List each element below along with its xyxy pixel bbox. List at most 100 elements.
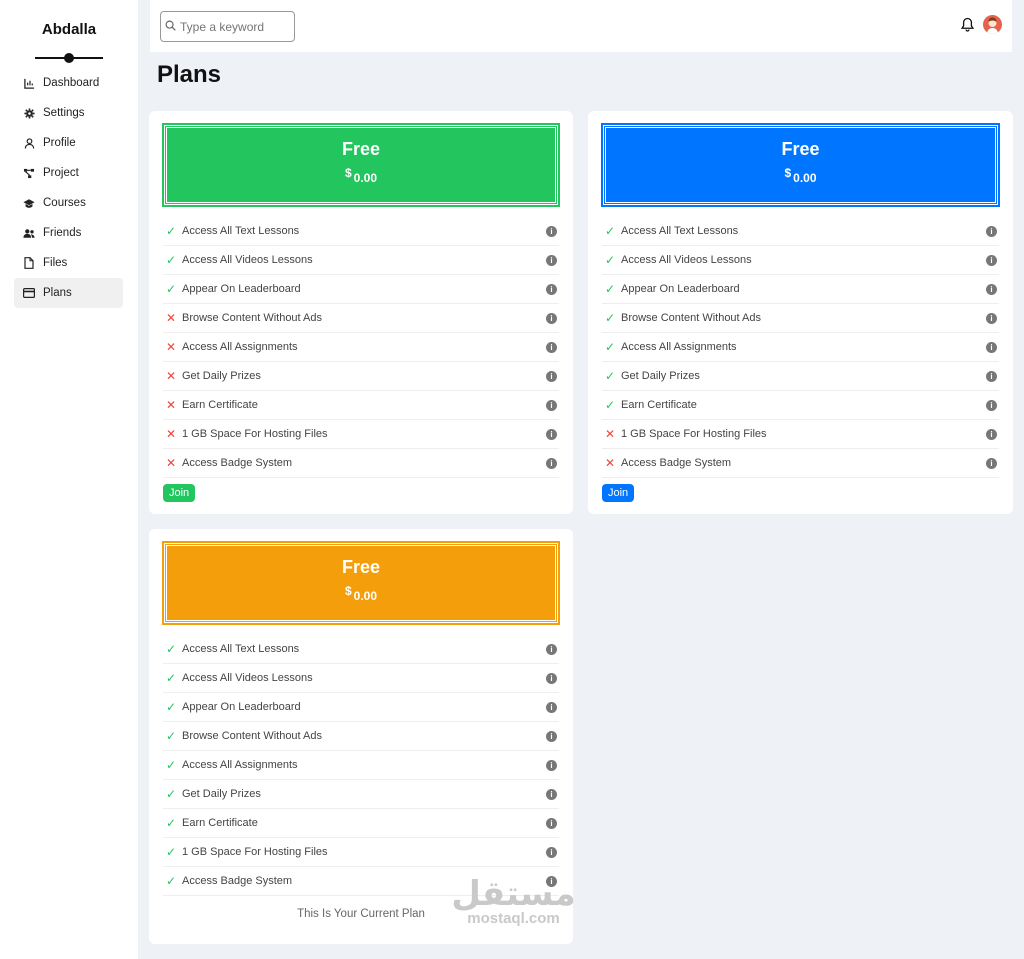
info-icon[interactable]: i <box>546 673 557 684</box>
feature-item: ✓ Earn Certificate i <box>602 391 999 420</box>
join-button[interactable]: Join <box>602 484 635 502</box>
join-button[interactable]: Join <box>163 484 196 502</box>
check-icon: ✓ <box>604 311 616 325</box>
info-icon[interactable]: i <box>546 847 557 858</box>
info-icon[interactable]: i <box>986 284 997 295</box>
info-icon[interactable]: i <box>986 458 997 469</box>
feature-item: ✕ Access All Assignments i <box>163 333 559 362</box>
feature-label: Access Badge System <box>182 457 293 469</box>
feature-item: ✕ 1 GB Space For Hosting Files i <box>163 420 559 449</box>
info-icon[interactable]: i <box>546 255 557 266</box>
info-icon[interactable]: i <box>546 818 557 829</box>
feature-item: ✓ Get Daily Prizes i <box>163 780 559 809</box>
info-icon[interactable]: i <box>546 731 557 742</box>
feature-label: Access All Text Lessons <box>182 225 300 237</box>
info-icon[interactable]: i <box>546 702 557 713</box>
diagram-icon <box>23 167 35 179</box>
check-icon: ✓ <box>165 816 177 830</box>
plan-card-blue: Free $0.00 ✓ Access All Text Lessons i ✓ Acc… <box>588 111 1013 514</box>
search-box[interactable] <box>160 11 295 42</box>
watermark-arabic: مستقل <box>451 874 576 914</box>
info-icon[interactable]: i <box>546 226 557 237</box>
sidebar-item-courses[interactable]: Courses <box>14 188 123 218</box>
graduation-cap-icon <box>23 197 35 209</box>
feature-label: Access All Assignments <box>621 341 737 353</box>
plan-price: $0.00 <box>167 166 555 185</box>
info-icon[interactable]: i <box>986 255 997 266</box>
info-icon[interactable]: i <box>546 429 557 440</box>
sidebar-item-label: Files <box>43 257 68 269</box>
info-icon[interactable]: i <box>986 342 997 353</box>
credit-card-icon <box>23 287 35 299</box>
price-value: 0.00 <box>793 171 817 185</box>
sidebar-item-label: Courses <box>43 197 86 209</box>
feature-label: Access All Text Lessons <box>182 643 300 655</box>
plan-header: Free $0.00 <box>601 123 1000 207</box>
info-icon[interactable]: i <box>546 644 557 655</box>
sidebar-item-label: Friends <box>43 227 82 239</box>
feature-label: Earn Certificate <box>621 399 697 411</box>
feature-item: ✓ Appear On Leaderboard i <box>163 275 559 304</box>
info-icon[interactable]: i <box>546 400 557 411</box>
sidebar-item-plans[interactable]: Plans <box>14 278 123 308</box>
info-icon[interactable]: i <box>546 458 557 469</box>
plan-name: Free <box>341 139 381 159</box>
info-icon[interactable]: i <box>986 429 997 440</box>
feature-label: Earn Certificate <box>182 399 258 411</box>
search-input[interactable] <box>180 19 290 34</box>
sidebar-item-settings[interactable]: Settings <box>14 98 123 128</box>
feature-item: ✕ Access Badge System i <box>163 449 559 478</box>
plan-card-green: Free $0.00 ✓ Access All Text Lessons i ✓ Acc… <box>149 111 573 514</box>
info-icon[interactable]: i <box>986 226 997 237</box>
feature-item: ✕ Earn Certificate i <box>163 391 559 420</box>
search-icon <box>165 18 176 36</box>
check-icon: ✓ <box>165 758 177 772</box>
feature-item: ✕ Access Badge System i <box>602 449 999 478</box>
sidebar-item-profile[interactable]: Profile <box>14 128 123 158</box>
feature-item: ✓ Get Daily Prizes i <box>602 362 999 391</box>
currency-symbol: $ <box>784 166 792 180</box>
info-icon[interactable]: i <box>546 789 557 800</box>
plan-name: Free <box>781 139 820 159</box>
feature-item: ✓ Appear On Leaderboard i <box>602 275 999 304</box>
feature-label: Access All Text Lessons <box>621 225 739 237</box>
check-icon: ✓ <box>604 340 616 354</box>
feature-label: Browse Content Without Ads <box>182 312 323 324</box>
feature-item: ✓ Access All Text Lessons i <box>163 217 559 246</box>
bell-icon[interactable] <box>960 17 975 37</box>
info-icon[interactable]: i <box>546 371 557 382</box>
feature-item: ✕ Get Daily Prizes i <box>163 362 559 391</box>
plan-header: Free $0.00 <box>162 541 560 625</box>
feature-list: ✓ Access All Text Lessons i ✓ Access All Vid… <box>163 635 559 896</box>
cross-icon: ✕ <box>604 427 616 441</box>
price-value: 0.00 <box>353 589 378 603</box>
feature-item: ✓ Access All Videos Lessons i <box>163 246 559 275</box>
check-icon: ✓ <box>604 224 616 238</box>
avatar[interactable] <box>983 15 1002 34</box>
info-icon[interactable]: i <box>986 400 997 411</box>
sidebar-item-dashboard[interactable]: Dashboard <box>14 68 123 98</box>
feature-label: Get Daily Prizes <box>182 370 261 382</box>
info-icon[interactable]: i <box>986 313 997 324</box>
user-icon <box>23 137 35 149</box>
gear-icon <box>23 107 35 119</box>
sidebar: Abdalla Dashboard Settings Profile Proje… <box>0 0 138 959</box>
feature-item: ✓ Appear On Leaderboard i <box>163 693 559 722</box>
feature-item: ✓ Browse Content Without Ads i <box>602 304 999 333</box>
feature-item: ✓ Access All Videos Lessons i <box>602 246 999 275</box>
info-icon[interactable]: i <box>546 342 557 353</box>
watermark-logo: مستقل mostaql.com <box>446 876 581 927</box>
sidebar-item-label: Dashboard <box>43 77 100 89</box>
feature-list: ✓ Access All Text Lessons i ✓ Access All Vid… <box>163 217 559 478</box>
sidebar-item-project[interactable]: Project <box>14 158 123 188</box>
sidebar-item-files[interactable]: Files <box>14 248 123 278</box>
brand-divider <box>35 53 103 63</box>
info-icon[interactable]: i <box>546 313 557 324</box>
info-icon[interactable]: i <box>546 284 557 295</box>
info-icon[interactable]: i <box>546 760 557 771</box>
feature-label: Access Badge System <box>182 875 293 887</box>
feature-label: Get Daily Prizes <box>621 370 700 382</box>
info-icon[interactable]: i <box>986 371 997 382</box>
sidebar-item-friends[interactable]: Friends <box>14 218 123 248</box>
cross-icon: ✕ <box>165 427 177 441</box>
